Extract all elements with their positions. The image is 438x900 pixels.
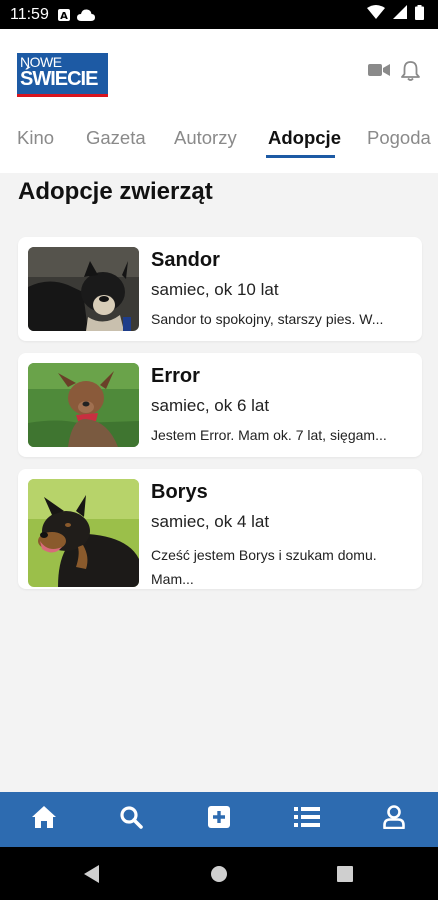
animal-meta: samiec, ok 4 lat [151,512,270,531]
animal-name: Error [151,365,200,387]
video-camera-icon[interactable] [368,62,390,83]
page-title: Adopcje zwierząt [18,178,213,205]
animal-description-line2: Mam... [151,571,194,587]
animal-description: Sandor to spokojny, starszy pies. W... [151,311,384,327]
animal-photo [28,479,139,587]
list-icon [293,806,320,833]
logo-line1: NOWE [20,54,62,70]
logo-line2: ŚWIECIE [20,68,98,90]
tab-autorzy[interactable]: Autorzy [174,127,237,149]
profile-icon [383,805,405,834]
active-tab-indicator [266,155,335,158]
tab-gazeta[interactable]: Gazeta [86,127,146,149]
back-icon[interactable] [83,864,101,889]
battery-icon [415,4,424,25]
tab-kino[interactable]: Kino [17,127,54,149]
logo[interactable]: NOWE ŚWIECIE [17,53,108,97]
animal-description-line1: Cześć jestem Borys i szukam domu. [151,547,377,563]
tab-adopcje[interactable]: Adopcje [268,127,341,149]
cloud-icon [76,8,95,21]
category-tabs: Kino Gazeta Autorzy Adopcje Pogoda [0,125,438,165]
home-icon [31,805,57,834]
status-bar: 11:59 A [0,0,438,29]
animal-card-borys[interactable]: Borys samiec, ok 4 lat Cześć jestem Bory… [18,469,422,589]
recents-square-icon[interactable] [336,864,354,889]
animal-description: Jestem Error. Mam ok. 7 lat, sięgam... [151,427,387,443]
bell-icon[interactable] [401,60,420,86]
nav-list-button[interactable] [285,798,329,842]
status-time: 11:59 [10,5,49,23]
animal-photo [28,247,139,331]
tab-pogoda[interactable]: Pogoda [367,127,431,149]
svg-text:A: A [60,11,68,22]
bottom-nav [0,792,438,847]
signal-icon [393,5,407,24]
wifi-icon [367,5,385,24]
notification-a-icon: A [57,8,71,22]
animal-description: Cześć jestem Borys i szukam domu. Mam... [151,543,413,591]
add-icon [207,806,230,833]
animal-card-sandor[interactable]: Sandor samiec, ok 10 lat Sandor to spoko… [18,237,422,341]
nav-home-button[interactable] [22,798,66,842]
animal-card-error[interactable]: Error samiec, ok 6 lat Jestem Error. Mam… [18,353,422,457]
animal-meta: samiec, ok 10 lat [151,280,279,299]
nav-search-button[interactable] [109,798,153,842]
nav-profile-button[interactable] [372,798,416,842]
nav-add-button[interactable] [197,798,241,842]
animal-name: Sandor [151,249,220,271]
app-header: NOWE ŚWIECIE Kino Gazeta Autorzy Adopcje… [0,29,438,173]
home-circle-icon[interactable] [210,864,228,889]
animal-meta: samiec, ok 6 lat [151,396,270,415]
animal-photo [28,363,139,447]
system-navigation-bar [0,847,438,900]
animal-name: Borys [151,481,208,503]
search-icon [119,805,144,834]
